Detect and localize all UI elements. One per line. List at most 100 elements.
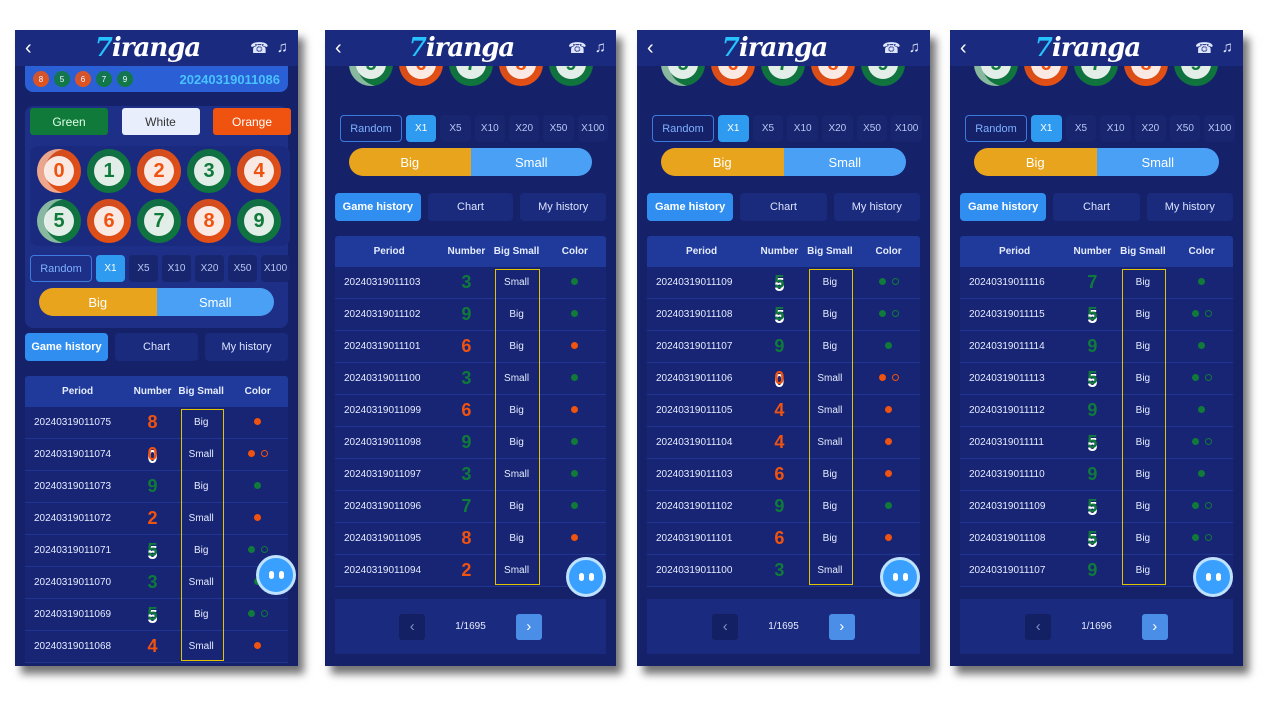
tab-chart[interactable]: Chart [427,193,514,221]
multiplier-x100[interactable]: X100 [577,115,608,142]
violet-ring-dot [891,310,899,317]
number-cell: 3 [774,560,785,580]
select-white-button[interactable]: White [121,108,200,135]
number-ball-6[interactable]: 6 [87,199,131,243]
number-cell: 0 [147,444,158,464]
music-icon[interactable]: ♫ [277,39,288,57]
small-button[interactable]: Small [1096,148,1219,176]
number-ball-9[interactable]: 9 [237,199,281,243]
period-cell: 20240319011102 [656,501,733,512]
select-green-button[interactable]: Green [30,108,108,135]
multiplier-x50[interactable]: X50 [856,115,888,142]
number-cell: 6 [774,528,785,548]
number-ball-4[interactable]: 4 [237,149,281,193]
number-ball-1[interactable]: 1 [87,149,131,193]
tab-game-history[interactable]: Game history [335,193,421,221]
color-dot [1191,438,1199,445]
multiplier-x100[interactable]: X100 [1204,115,1236,142]
multiplier-x50[interactable]: X50 [228,255,257,282]
number-ball-3[interactable]: 3 [187,149,231,193]
tab-chart[interactable]: Chart [740,193,827,221]
prev-page-button[interactable]: ‹ [399,613,426,640]
table-row: 20240319011101 6 Big [335,331,606,363]
period-cell: 20240319011106 [656,373,733,384]
table-row: 20240319011109 5 Big [960,491,1233,523]
multiplier-x1[interactable]: X1 [1031,115,1062,142]
tab-chart[interactable]: Chart [1053,193,1140,221]
multiplier-x10[interactable]: X10 [787,115,819,142]
number-ball-0[interactable]: 0 [37,149,81,193]
multiplier-x20[interactable]: X20 [822,115,853,142]
back-chevron-icon[interactable]: ‹ [960,37,980,60]
number-cell: 7 [461,496,472,516]
back-chevron-icon[interactable]: ‹ [647,37,667,60]
big-button[interactable]: Big [39,288,157,316]
multiplier-x5[interactable]: X5 [1065,115,1097,142]
big-button[interactable]: Big [974,148,1097,176]
table-row: 20240319011101 6 Big [647,523,920,555]
random-button[interactable]: Random [965,115,1027,142]
number-ball-8[interactable]: 8 [187,199,231,243]
tab-game-history[interactable]: Game history [25,333,108,361]
music-icon[interactable]: ♫ [1222,39,1233,57]
number-ball-2[interactable]: 2 [137,149,181,193]
next-page-button[interactable]: › [515,613,542,640]
number-ball-7[interactable]: 7 [137,199,181,243]
color-cell [1170,309,1233,320]
tab-chart[interactable]: Chart [115,333,198,361]
tab-game-history[interactable]: Game history [960,193,1047,221]
random-button[interactable]: Random [340,115,402,142]
multiplier-x50[interactable]: X50 [1169,115,1201,142]
tab-my-history[interactable]: My history [1146,193,1233,221]
multiplier-x10[interactable]: X10 [162,255,191,282]
big-small-cell: Big [509,501,524,512]
tab-my-history[interactable]: My history [520,193,607,221]
multiplier-x10[interactable]: X10 [1100,115,1132,142]
chat-assistant-icon[interactable] [880,557,920,597]
small-button[interactable]: Small [783,148,906,176]
chat-assistant-icon[interactable] [256,555,296,595]
multiplier-x100[interactable]: X100 [261,255,290,282]
music-icon[interactable]: ♫ [909,39,920,57]
chat-assistant-icon[interactable] [1193,557,1233,597]
customer-service-icon[interactable]: ☎ [1195,39,1214,57]
next-page-button[interactable]: › [828,613,855,640]
multiplier-x5[interactable]: X5 [752,115,784,142]
multiplier-x20[interactable]: X20 [1135,115,1166,142]
back-chevron-icon[interactable]: ‹ [25,37,45,60]
big-button[interactable]: Big [661,148,784,176]
select-orange-button[interactable]: Orange [213,108,291,135]
multiplier-x50[interactable]: X50 [543,115,574,142]
tab-my-history[interactable]: My history [833,193,920,221]
app-header: ‹ 7iranga ☎ ♫ [637,30,930,66]
customer-service-icon[interactable]: ☎ [250,39,269,57]
multiplier-x100[interactable]: X100 [891,115,923,142]
prev-page-button[interactable]: ‹ [712,613,739,640]
chat-assistant-icon[interactable] [566,557,606,597]
customer-service-icon[interactable]: ☎ [568,39,587,57]
table-row: 20240319011073 9 Big [25,471,288,503]
tab-my-history[interactable]: My history [205,333,288,361]
tab-game-history[interactable]: Game history [647,193,734,221]
customer-service-icon[interactable]: ☎ [882,39,901,57]
next-page-button[interactable]: › [1141,613,1168,640]
small-button[interactable]: Small [156,288,274,316]
random-button[interactable]: Random [652,115,714,142]
multiplier-x5[interactable]: X5 [129,255,158,282]
big-button[interactable]: Big [349,148,471,176]
multiplier-x1[interactable]: X1 [718,115,749,142]
random-button[interactable]: Random [30,255,92,282]
multiplier-x10[interactable]: X10 [474,115,505,142]
number-ball-5[interactable]: 5 [37,199,81,243]
multiplier-x1[interactable]: X1 [406,115,437,142]
music-icon[interactable]: ♫ [595,39,606,57]
color-dot [571,374,579,381]
multiplier-x20[interactable]: X20 [195,255,224,282]
table-row: 20240319011072 2 Small [25,503,288,535]
back-chevron-icon[interactable]: ‹ [335,37,355,60]
multiplier-x20[interactable]: X20 [508,115,540,142]
small-button[interactable]: Small [470,148,592,176]
multiplier-x1[interactable]: X1 [96,255,125,282]
prev-page-button[interactable]: ‹ [1025,613,1052,640]
multiplier-x5[interactable]: X5 [440,115,471,142]
